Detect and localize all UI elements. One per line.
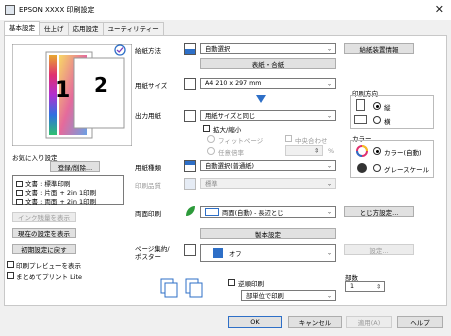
tab-advanced[interactable]: 応用設定 bbox=[67, 22, 104, 35]
grayscale-label: グレースケール bbox=[384, 166, 430, 174]
any-scale-label: 任意倍率 bbox=[218, 149, 244, 157]
duplex-icon bbox=[205, 208, 219, 216]
portrait-icon bbox=[356, 99, 365, 111]
grayscale-radio[interactable] bbox=[373, 164, 381, 172]
cover-separator-button[interactable]: 表紙・合紙 bbox=[200, 58, 336, 69]
paper-tray-icon bbox=[184, 43, 196, 55]
preview-page-2: 2 bbox=[94, 73, 108, 97]
reduce-enlarge-checkbox[interactable] bbox=[203, 125, 210, 132]
paper-size-label: 用紙サイズ bbox=[135, 82, 168, 90]
chevron-down-icon: ⌄ bbox=[326, 112, 332, 119]
poster-label: ポスター bbox=[135, 253, 161, 261]
print-lite-label: まとめてプリント Lite bbox=[16, 273, 83, 281]
center-checkbox[interactable] bbox=[285, 135, 292, 142]
chevron-down-icon: ⌄ bbox=[326, 208, 332, 216]
print-lite-checkbox[interactable] bbox=[7, 272, 14, 279]
print-preview-checkbox[interactable] bbox=[7, 261, 14, 268]
ink-levels-button[interactable]: インク残量を表示 bbox=[12, 212, 76, 222]
paper-type-icon bbox=[184, 160, 196, 172]
print-quality-select[interactable]: 標準 ⌄ bbox=[200, 178, 336, 189]
tab-bar: 基本設定 仕上げ 応用設定 ユーティリティー bbox=[4, 21, 164, 36]
check-circle-icon bbox=[114, 44, 126, 56]
multipage-settings-button[interactable]: 設定... bbox=[344, 244, 414, 255]
landscape-icon bbox=[354, 115, 367, 124]
any-scale-radio[interactable] bbox=[207, 147, 215, 155]
multipage-icon bbox=[184, 244, 196, 256]
chevron-down-icon: ⌄ bbox=[326, 162, 332, 169]
close-icon[interactable]: ✕ bbox=[435, 3, 444, 16]
duplex-leaf-icon bbox=[186, 206, 195, 216]
tab-basic[interactable]: 基本設定 bbox=[4, 21, 40, 35]
fit-page-radio[interactable] bbox=[207, 135, 215, 143]
reduce-enlarge-label: 拡大/縮小 bbox=[213, 126, 242, 134]
duplex-label: 両面印刷 bbox=[135, 210, 161, 218]
list-item[interactable]: 文書 : 両面 + 2in 1印刷 bbox=[16, 196, 96, 206]
scale-input[interactable]: ⇕ bbox=[285, 145, 323, 156]
paper-type-select[interactable]: 自動選択(普通紙) ⌄ bbox=[200, 160, 336, 171]
copies-input[interactable]: 1 ⇕ bbox=[345, 281, 385, 292]
printer-app-icon bbox=[5, 5, 15, 15]
reverse-order-checkbox[interactable] bbox=[228, 279, 235, 286]
tab-finishing[interactable]: 仕上げ bbox=[39, 22, 69, 35]
fit-page-label: フィットページ bbox=[218, 137, 264, 145]
binding-settings-button[interactable]: とじ方設定... bbox=[344, 206, 414, 217]
portrait-label: 縦 bbox=[384, 104, 391, 112]
duplex-select[interactable]: 両面(自動) - 長辺とじ ⌄ bbox=[200, 206, 336, 218]
preview-page-1: 1 bbox=[55, 78, 71, 103]
portrait-radio[interactable] bbox=[373, 102, 381, 110]
paper-size-icon bbox=[184, 78, 196, 90]
color-wheel-icon bbox=[356, 145, 368, 157]
ok-button[interactable]: OK bbox=[228, 316, 282, 328]
chevron-down-icon: ⌄ bbox=[326, 80, 332, 87]
document-icon bbox=[16, 199, 23, 205]
reset-defaults-button[interactable]: 初期設定に戻す bbox=[12, 244, 76, 254]
paper-size-select[interactable]: A4 210 x 297 mm ⌄ bbox=[200, 78, 336, 89]
register-delete-button[interactable]: 登録/削除... bbox=[50, 161, 100, 172]
grayscale-icon bbox=[357, 163, 367, 173]
output-paper-icon bbox=[184, 110, 196, 122]
color-auto-label: カラー(自動) bbox=[384, 149, 422, 157]
paper-source-info-button[interactable]: 給紙装置情報 bbox=[344, 43, 414, 54]
print-preview bbox=[11, 43, 133, 147]
print-quality-icon bbox=[184, 178, 196, 190]
landscape-label: 横 bbox=[384, 118, 391, 126]
chevron-down-icon: ⌄ bbox=[326, 292, 332, 299]
show-current-settings-button[interactable]: 現在の設定を表示 bbox=[12, 228, 76, 238]
reverse-order-label: 逆順印刷 bbox=[238, 280, 264, 288]
paper-type-label: 用紙種類 bbox=[135, 164, 161, 172]
tab-utility[interactable]: ユーティリティー bbox=[102, 22, 164, 35]
spinner-icon: ⇕ bbox=[375, 283, 381, 290]
window-title: EPSON XXXX 印刷設定 bbox=[19, 6, 95, 14]
title-bar: EPSON XXXX 印刷設定 ✕ bbox=[0, 0, 451, 20]
chevron-down-icon: ⌄ bbox=[326, 249, 332, 257]
print-quality-label: 印刷品質 bbox=[135, 182, 161, 190]
pages-per-sheet-select[interactable]: オフ ⌄ bbox=[200, 244, 336, 262]
paper-source-label: 給紙方法 bbox=[135, 47, 161, 55]
apply-button[interactable]: 適用(A) bbox=[346, 316, 392, 328]
page-icon bbox=[213, 248, 223, 258]
chevron-down-icon: ⌄ bbox=[326, 45, 332, 52]
paper-source-select[interactable]: 自動選択 ⌄ bbox=[200, 43, 336, 54]
help-button[interactable]: ヘルプ bbox=[397, 316, 443, 328]
print-preview-label: 印刷プレビューを表示 bbox=[16, 262, 81, 270]
page-order-icon bbox=[160, 278, 203, 298]
output-paper-select[interactable]: 用紙サイズと同じ ⌄ bbox=[200, 110, 336, 121]
color-auto-radio[interactable] bbox=[373, 147, 381, 155]
landscape-radio[interactable] bbox=[373, 116, 381, 124]
percent-label: % bbox=[328, 147, 335, 155]
arrow-down-icon bbox=[256, 95, 266, 103]
collate-select[interactable]: 部単位で印刷 ⌄ bbox=[241, 290, 336, 301]
center-label: 中央合わせ bbox=[295, 137, 328, 145]
cancel-button[interactable]: キャンセル bbox=[288, 316, 342, 328]
booklet-settings-button[interactable]: 製本設定 bbox=[200, 228, 336, 239]
output-paper-label: 出力用紙 bbox=[135, 112, 161, 120]
